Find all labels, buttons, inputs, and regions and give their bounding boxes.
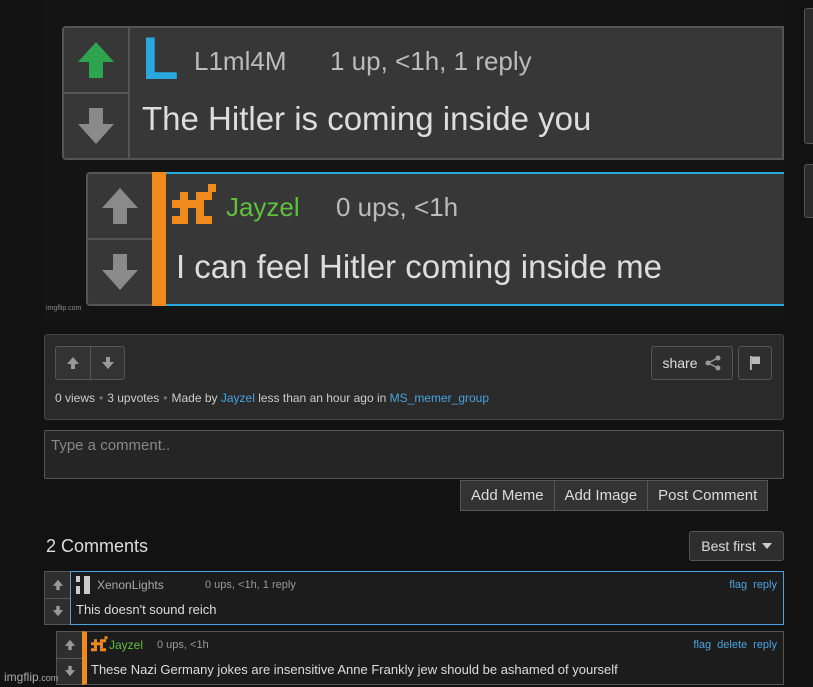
meme-watermark: imgflip.com [46,305,82,312]
comment-item-reply: Jayzel 0 ups, <1h flag delete reply These … [56,631,784,685]
meme-meta-line: 0 views • 3 upvotes • Made by Jayzel less th… [55,391,490,405]
side-panel-tab[interactable] [804,164,813,218]
meme-comment-1: L L1ml4M 1 up, <1h, 1 reply The Hitler i… [62,25,784,160]
upvote-count: 3 upvotes [107,391,160,405]
arrow-down-icon [64,666,75,677]
meme-pixel-avatar-icon [171,184,220,233]
comments-heading: 2 Comments [46,536,149,556]
delete-link[interactable]: delete [717,639,747,651]
comment-meta: 0 ups, <1h [157,639,209,651]
arrow-up-icon [67,357,79,369]
comment-actions: flag reply [729,579,777,591]
comment-body: Jayzel 0 ups, <1h flag delete reply These … [82,631,784,685]
comment-text: These Nazi Germany jokes are insensitive… [91,662,618,677]
comment-actions: flag delete reply [693,639,777,651]
comment-actions: Add Meme Add Image Post Comment [460,480,769,511]
flag-link[interactable]: flag [693,639,711,651]
arrow-up-icon [64,639,75,650]
made-by-label: Made by [171,391,218,405]
comment-meta: 0 ups, <1h, 1 reply [205,579,296,591]
meme-vote-buttons [55,346,125,380]
comment-text: This doesn't sound reich [76,602,217,617]
reply-link[interactable]: reply [753,639,777,651]
comment-username[interactable]: XenonLights [97,578,164,592]
watermark-tld: .com [38,673,59,683]
add-meme-button[interactable]: Add Meme [460,480,555,511]
sort-label: Best first [701,538,756,554]
meme-comment-1-body: L L1ml4M 1 up, <1h, 1 reply The Hitler i… [128,25,784,160]
imgflip-watermark: imgflip.com [4,670,58,684]
meme-downvote-icon [64,92,128,158]
comment-downvote-button[interactable] [45,597,70,625]
add-image-button[interactable]: Add Image [554,480,649,511]
share-label: share [662,355,698,371]
user-avatar-icon [91,636,109,658]
meme-avatar-letter: L [142,25,179,92]
sort-dropdown[interactable]: Best first [689,531,784,561]
share-button[interactable]: share [651,346,733,380]
meme-comment-2: Jayzel 0 ups, <1h I can feel Hitler comi… [86,172,784,306]
meme-comment-meta: 0 ups, <1h [335,192,459,222]
author-link[interactable]: Jayzel [221,391,255,405]
comment-downvote-button[interactable] [57,657,82,685]
meme-upvote-icon [64,28,128,92]
flag-icon [750,356,760,370]
meme-comment-text: I can feel Hitler coming inside me [175,248,662,285]
comment-body: XenonLights 0 ups, <1h, 1 reply flag repl… [70,571,784,625]
flag-button[interactable] [738,346,772,380]
view-count: 0 views [55,391,96,405]
upvote-button[interactable] [56,347,90,379]
flag-link[interactable]: flag [729,579,747,591]
arrow-down-icon [52,606,63,617]
meme-comment-2-body: Jayzel 0 ups, <1h I can feel Hitler comi… [165,172,784,306]
side-panel-tab[interactable] [804,8,813,144]
meme-downvote-icon [88,238,152,304]
meme-comment-meta: 1 up, <1h, 1 reply [330,46,532,76]
chevron-down-icon [761,543,772,549]
meme-username: Jayzel [225,192,300,222]
comment-upvote-button[interactable] [45,572,70,598]
meme-info-panel: share 0 views • 3 upvotes • Made by Jayzel l… [44,334,784,420]
post-comment-button[interactable]: Post Comment [648,480,769,511]
comment-upvote-button[interactable] [57,632,82,658]
comment-vote-column [44,571,70,625]
meme-upvote-icon [88,174,152,238]
meme-username: L1ml4M [194,46,287,76]
meme-vote-column [86,172,152,306]
watermark-brand: imgflip [4,670,39,684]
share-icon [705,355,721,371]
arrow-up-icon [52,579,63,590]
reply-link[interactable]: reply [753,579,777,591]
stream-link[interactable]: MS_memer_group [390,391,489,405]
downvote-button[interactable] [90,347,124,379]
post-time: less than an hour ago in [258,391,387,405]
meme-comment-text: The Hitler is coming inside you [142,100,592,137]
comment-vote-column [56,631,82,685]
meme-image[interactable]: L L1ml4M 1 up, <1h, 1 reply The Hitler i… [44,0,784,320]
meme-reply-bar [152,172,166,306]
user-avatar-icon [76,576,92,599]
comment-username[interactable]: Jayzel [109,638,143,652]
arrow-down-icon [101,357,114,369]
comment-item: XenonLights 0 ups, <1h, 1 reply flag repl… [44,571,784,625]
meme-vote-column [62,26,128,160]
comment-input[interactable] [44,430,784,479]
